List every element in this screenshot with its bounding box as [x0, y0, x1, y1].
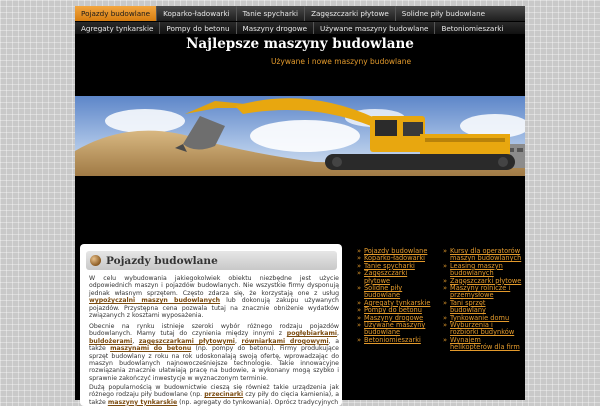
paragraph-text: , — [132, 337, 139, 345]
sidebar-item: Zagęszczarki płytowe — [357, 269, 435, 285]
sidebar-item: Używane maszyny budowlane — [357, 321, 435, 337]
link-zageszczarkami[interactable]: zagęszczarkami płytowymi — [139, 338, 235, 345]
sidebar-link[interactable]: Wyburzenia i rozbiórki budynków — [450, 321, 514, 336]
content-paragraph-2: Obecnie na rynku istnieje szeroki wybór … — [89, 323, 339, 382]
site-title[interactable]: Najlepsze maszyny budowlane — [75, 36, 525, 52]
link-poglebiarkami[interactable]: pogłębiarkami — [287, 330, 337, 337]
sidebar-link[interactable]: Leasing maszyn budowlanych — [450, 262, 503, 277]
link-buldozerami[interactable]: buldożerami — [89, 338, 132, 345]
sidebar-left: Pojazdy budowlane Koparko-ładowarki Tani… — [357, 247, 435, 345]
sidebar-item: Wynajem helikopterów dla firm — [443, 336, 523, 352]
content-paragraph-3: Dużą popularnością w budownictwie cieszą… — [89, 384, 339, 406]
sidebar-link[interactable]: Używane maszyny budowlane — [364, 321, 425, 336]
main-content: Pojazdy budowlane W celu wybudowania jak… — [80, 244, 342, 406]
excavator-illustration — [75, 96, 525, 176]
content-heading-bar: Pojazdy budowlane — [86, 251, 337, 270]
nav-item-solidne-pily-budowlane[interactable]: Solidne piły budowlane — [396, 6, 491, 21]
sidebar-item: Leasing maszyn budowlanych — [443, 262, 523, 278]
paragraph-text: , — [234, 337, 242, 345]
nav-item-koparko-ladowarki[interactable]: Koparko-ładowarki — [157, 6, 236, 21]
nav-item-maszyny-drogowe[interactable]: Maszyny drogowe — [237, 22, 314, 34]
paragraph-text: , — [337, 330, 339, 338]
nav-item-zageszczarki-plytowe[interactable]: Zagęszczarki płytowe — [305, 6, 395, 21]
sidebar-item: Kursy dla operatorów maszyn budowlanych — [443, 247, 523, 263]
sidebar-left-list: Pojazdy budowlane Koparko-ładowarki Tani… — [357, 247, 435, 345]
nav-item-tanie-spycharki[interactable]: Tanie spycharki — [237, 6, 304, 21]
nav-item-betoniomieszarki[interactable]: Betoniomieszarki — [435, 22, 509, 34]
sidebar-item: Tani sprzęt budowlany — [443, 299, 523, 315]
content-heading: Pojazdy budowlane — [106, 254, 218, 267]
link-przecinarki[interactable]: przecinarki — [204, 391, 243, 398]
site-subtitle: Używane i nowe maszyny budowlane — [271, 57, 412, 66]
sidebar-item: Wyburzenia i rozbiórki budynków — [443, 321, 523, 337]
sidebar-link[interactable]: Maszyny rolnicze i przemysłowe — [450, 284, 510, 299]
machine-icon — [90, 255, 101, 266]
sidebar-link[interactable]: Solidne piły budowlane — [364, 284, 402, 299]
sidebar-item: Betoniomieszarki — [357, 336, 435, 345]
link-wypozyczalni[interactable]: wypożyczalni maszyn budowlanych — [89, 297, 220, 304]
nav-item-pojazdy-budowlane[interactable]: Pojazdy budowlane — [75, 6, 157, 21]
sidebar-link[interactable]: Tani sprzęt budowlany — [450, 299, 486, 314]
page-wrapper: Pojazdy budowlane Koparko-ładowarki Tani… — [75, 6, 525, 406]
sidebar-link[interactable]: Zagęszczarki płytowe — [364, 269, 407, 284]
sidebar-link[interactable]: Kursy dla operatorów maszyn budowlanych — [450, 247, 521, 262]
nav-item-uzywane-maszyny[interactable]: Używane maszyny budowlane — [314, 22, 434, 34]
sidebar-link[interactable]: Betoniomieszarki — [364, 336, 421, 344]
content-paragraph-1: W celu wybudowania jakiegokolwiek obiekt… — [89, 275, 339, 319]
link-maszynami-do-betonu[interactable]: maszynami do betonu — [110, 345, 191, 352]
paragraph-text: W celu wybudowania jakiegokolwiek obiekt… — [89, 275, 339, 297]
secondary-nav: Agregaty tynkarskie Pompy do betonu Masz… — [75, 22, 525, 34]
nav-item-agregaty-tynkarskie[interactable]: Agregaty tynkarskie — [75, 22, 159, 34]
nav-item-pompy-do-betonu[interactable]: Pompy do betonu — [160, 22, 235, 34]
primary-nav: Pojazdy budowlane Koparko-ładowarki Tani… — [75, 6, 525, 22]
sidebar-link[interactable]: Wynajem helikopterów dla firm — [450, 336, 520, 351]
header-banner-image — [75, 96, 525, 176]
sidebar-right-list: Kursy dla operatorów maszyn budowlanych … — [443, 247, 523, 352]
sidebar-item: Solidne piły budowlane — [357, 284, 435, 300]
sidebar-right: Kursy dla operatorów maszyn budowlanych … — [443, 247, 523, 352]
sidebar-item: Maszyny rolnicze i przemysłowe — [443, 284, 523, 300]
link-rowniarkami[interactable]: równiarkami drogowymi — [242, 338, 329, 345]
